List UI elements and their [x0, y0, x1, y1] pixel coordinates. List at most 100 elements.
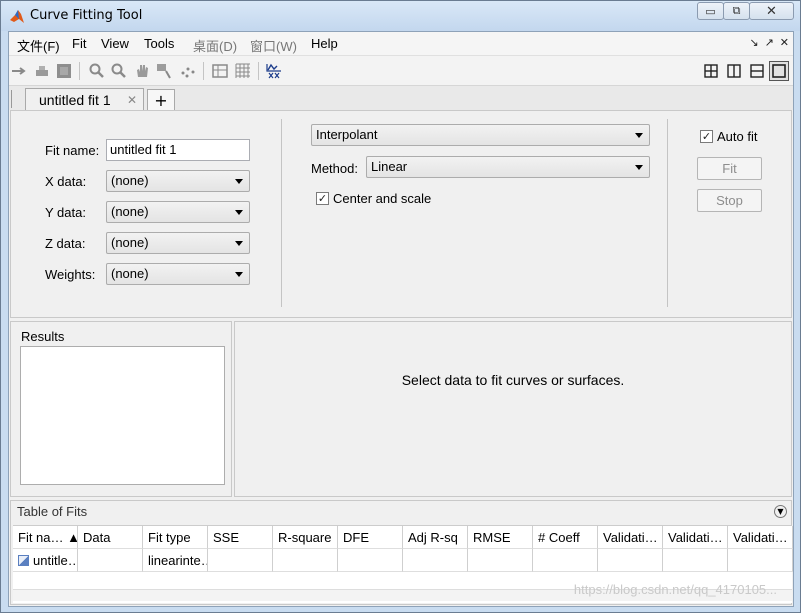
column-header[interactable]: Fit na… ▲ — [13, 526, 78, 549]
column-header[interactable]: Validati… — [728, 526, 793, 549]
table-icon[interactable] — [211, 62, 229, 80]
window-controls: ▭ ⧉ ✕ — [697, 2, 794, 20]
table-cell — [728, 549, 793, 572]
column-header[interactable]: Validati… — [663, 526, 728, 549]
column-header[interactable]: Data — [78, 526, 143, 549]
table-cell — [403, 549, 468, 572]
method-select[interactable]: Linear — [366, 156, 650, 178]
z-data-label: Z data: — [45, 236, 86, 251]
chevron-down-icon — [635, 165, 643, 170]
column-header[interactable]: SSE — [208, 526, 273, 549]
client-area: 文件(F) Fit View Tools 桌面(D) 窗口(W) Help ↘ … — [8, 31, 794, 607]
center-scale-label: Center and scale — [333, 191, 432, 206]
split-horizontal-icon[interactable] — [747, 61, 767, 81]
z-data-value: (none) — [111, 235, 149, 250]
table-cell — [468, 549, 533, 572]
menu-desktop[interactable]: 桌面(D) — [193, 36, 237, 55]
window-title: Curve Fitting Tool — [30, 8, 143, 23]
menu-view[interactable]: View — [101, 36, 129, 51]
auto-fit-checkbox[interactable]: ✓ — [700, 130, 713, 143]
table-cell: untitle… — [13, 549, 78, 572]
x-data-select[interactable]: (none) — [106, 170, 250, 192]
data-cursor-icon-2[interactable] — [156, 62, 174, 80]
app-window: Curve Fitting Tool ▭ ⧉ ✕ 文件(F) Fit View … — [0, 0, 801, 613]
menu-window-controls: ↘ ↗ ✕ — [749, 36, 789, 49]
y-data-select[interactable]: (none) — [106, 201, 250, 223]
fit-type-value: Interpolant — [316, 127, 378, 142]
fit-name-label: Fit name: — [45, 143, 100, 158]
results-panel: Results — [10, 321, 232, 497]
results-title: Results — [21, 329, 65, 344]
plot-message: Select data to fit curves or surfaces. — [401, 372, 625, 388]
column-header[interactable]: # Coeff — [533, 526, 598, 549]
matlab-logo-icon — [10, 10, 24, 23]
chevron-down-icon — [635, 133, 643, 138]
column-header[interactable]: Validati… — [598, 526, 663, 549]
undock-icon[interactable]: ↗ — [765, 36, 774, 49]
menu-help[interactable]: Help — [311, 36, 338, 51]
zoom-out-icon[interactable] — [110, 62, 128, 80]
collapse-icon[interactable]: ▼ — [774, 505, 787, 518]
menu-fit[interactable]: Fit — [72, 36, 86, 51]
column-header[interactable]: Adj R-sq — [403, 526, 468, 549]
menu-window[interactable]: 窗口(W) — [250, 36, 297, 55]
tab-label: untitled fit 1 — [39, 92, 111, 108]
column-header[interactable]: DFE — [338, 526, 403, 549]
weights-value: (none) — [111, 266, 149, 281]
column-header[interactable]: R-square — [273, 526, 338, 549]
toolbar-separator — [203, 62, 204, 80]
menu-tools[interactable]: Tools — [144, 36, 174, 51]
add-tab-button[interactable]: + — [147, 89, 175, 111]
data-cursor-icon[interactable] — [11, 62, 29, 80]
auto-fit-label: Auto fit — [717, 129, 758, 144]
center-scale-checkbox[interactable]: ✓ — [316, 192, 329, 205]
z-data-select[interactable]: (none) — [106, 232, 250, 254]
stop-button[interactable]: Stop — [697, 189, 762, 212]
toolbar — [9, 56, 793, 86]
grid-icon[interactable] — [234, 62, 252, 80]
table-cell — [663, 549, 728, 572]
zoom-in-icon[interactable] — [88, 62, 106, 80]
chevron-down-icon — [235, 179, 243, 184]
tile-layout-icon[interactable] — [701, 61, 721, 81]
table-cell — [338, 549, 403, 572]
exclude-outliers-icon[interactable] — [179, 62, 197, 80]
table-row[interactable]: untitle… linearinte… — [13, 549, 793, 572]
close-figure-icon[interactable]: ✕ — [780, 36, 789, 49]
toolbar-separator — [258, 62, 259, 80]
panel-divider — [667, 119, 668, 307]
column-header[interactable]: Fit type — [143, 526, 208, 549]
legend-icon[interactable] — [55, 62, 73, 80]
single-view-icon[interactable] — [769, 61, 789, 81]
exclude-icon[interactable] — [33, 62, 51, 80]
chevron-down-icon — [235, 210, 243, 215]
fit-button[interactable]: Fit — [697, 157, 762, 180]
plot-area: Select data to fit curves or surfaces. — [234, 321, 792, 497]
weights-select[interactable]: (none) — [106, 263, 250, 285]
table-cell — [208, 549, 273, 572]
menu-bar: 文件(F) Fit View Tools 桌面(D) 窗口(W) Help ↘ … — [9, 32, 793, 56]
title-bar[interactable]: Curve Fitting Tool ▭ ⧉ ✕ — [1, 1, 800, 31]
table-header-row: Fit na… ▲ Data Fit type SSE R-square DFE Adj R… — [13, 526, 793, 549]
column-header[interactable]: RMSE — [468, 526, 533, 549]
restore-button[interactable]: ⧉ — [723, 2, 750, 20]
split-vertical-icon[interactable] — [724, 61, 744, 81]
tab-close-icon[interactable]: ✕ — [127, 93, 137, 107]
fit-status-icon — [18, 555, 29, 566]
method-value: Linear — [371, 159, 408, 174]
fit-name-input[interactable]: untitled fit 1 — [106, 139, 250, 161]
table-cell — [78, 549, 143, 572]
menu-file[interactable]: 文件(F) — [17, 36, 60, 55]
pan-icon[interactable] — [133, 62, 151, 80]
minimize-button[interactable]: ▭ — [697, 2, 724, 20]
residuals-icon[interactable] — [265, 62, 283, 80]
tab-untitled-fit-1[interactable]: untitled fit 1 ✕ — [25, 88, 144, 111]
toolbar-separator — [79, 62, 80, 80]
tab-strip: untitled fit 1 ✕ + — [9, 86, 793, 111]
close-button[interactable]: ✕ — [749, 2, 794, 20]
y-data-value: (none) — [111, 204, 149, 219]
chevron-down-icon — [235, 241, 243, 246]
results-textbox[interactable] — [20, 346, 225, 485]
fit-type-select[interactable]: Interpolant — [311, 124, 650, 146]
dock-icon[interactable]: ↘ — [749, 36, 758, 49]
